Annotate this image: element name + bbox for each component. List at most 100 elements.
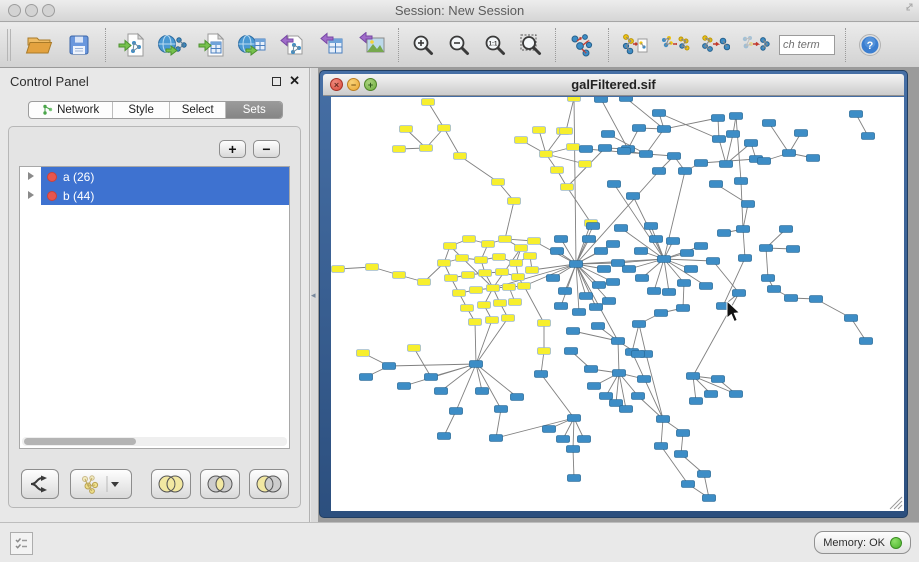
graph-node xyxy=(476,388,489,395)
graph-node xyxy=(495,406,508,413)
graph-node xyxy=(425,374,438,381)
tab-style[interactable]: Style xyxy=(113,102,170,118)
graph-node xyxy=(810,296,823,303)
set-label: b (44) xyxy=(63,189,94,203)
graph-node xyxy=(462,272,475,279)
export-table-button[interactable] xyxy=(312,25,352,65)
graph-node xyxy=(560,128,573,135)
save-session-button[interactable] xyxy=(59,25,99,65)
graph-node xyxy=(742,201,755,208)
import-network-url-button[interactable] xyxy=(152,25,192,65)
import-network-file-button[interactable] xyxy=(112,25,152,65)
float-panel-icon[interactable] xyxy=(272,77,281,86)
search-input[interactable] xyxy=(779,35,835,55)
graph-node xyxy=(623,266,636,273)
venn-difference-icon xyxy=(255,474,283,494)
graph-node xyxy=(739,255,752,262)
scrollbar-thumb[interactable] xyxy=(24,438,136,445)
tab-sets[interactable]: Sets xyxy=(226,102,282,118)
merge-intersection-icon xyxy=(700,32,730,58)
graph-node xyxy=(607,241,620,248)
open-session-button[interactable] xyxy=(19,25,59,65)
graph-node xyxy=(783,150,796,157)
remove-set-button[interactable]: − xyxy=(253,140,280,158)
graph-node xyxy=(595,97,608,102)
graph-node xyxy=(482,241,495,248)
graph-node xyxy=(454,153,467,160)
horizontal-scrollbar[interactable] xyxy=(22,437,287,446)
graph-node xyxy=(490,435,503,442)
toolbar-grip xyxy=(7,29,11,61)
dropdown-arrow-icon xyxy=(105,474,123,494)
tab-select-label: Select xyxy=(182,104,214,116)
close-panel-icon[interactable]: ✕ xyxy=(289,73,300,89)
zoom-selected-button[interactable] xyxy=(513,25,549,65)
list-item[interactable]: a (26) xyxy=(20,167,289,186)
network-window-titlebar[interactable]: × − + galFiltered.sif xyxy=(323,74,904,96)
graph-node xyxy=(590,304,603,311)
zoom-out-button[interactable] xyxy=(441,25,477,65)
tab-network[interactable]: Network xyxy=(29,102,113,118)
panel-collapse-handle[interactable]: ◂ xyxy=(311,68,318,522)
selected-row-highlight: b (44) xyxy=(41,186,289,205)
graph-node xyxy=(633,125,646,132)
help-button[interactable]: ? xyxy=(852,25,888,65)
venn-difference-button[interactable] xyxy=(249,469,289,499)
graph-node xyxy=(640,151,653,158)
resize-grip-icon[interactable] xyxy=(890,497,902,509)
merge-intersection-button[interactable] xyxy=(695,25,735,65)
graph-node xyxy=(568,415,581,422)
merge-union-button[interactable] xyxy=(655,25,695,65)
svg-text:1:1: 1:1 xyxy=(489,42,498,48)
venn-union-button[interactable] xyxy=(151,469,191,499)
network-graph[interactable] xyxy=(331,97,904,511)
merge-union-icon xyxy=(660,32,690,58)
graph-node xyxy=(538,320,551,327)
sets-panel: + − a (26) b (44) xyxy=(8,126,301,508)
graph-node xyxy=(620,406,633,413)
graph-node xyxy=(690,398,703,405)
help-icon: ? xyxy=(858,33,882,57)
graph-node xyxy=(588,383,601,390)
graph-node xyxy=(508,198,521,205)
graph-node xyxy=(470,361,483,368)
zoom-1to1-icon: 1:1 xyxy=(483,33,507,57)
import-table-url-icon xyxy=(237,32,267,58)
graph-node xyxy=(758,158,771,165)
graph-node xyxy=(762,275,775,282)
export-network-button[interactable] xyxy=(272,25,312,65)
memory-status-button[interactable]: Memory: OK xyxy=(814,531,911,554)
extract-set-button[interactable] xyxy=(21,469,59,499)
import-table-url-button[interactable] xyxy=(232,25,272,65)
control-panel: Control Panel ✕ Network Style Select xyxy=(0,68,310,522)
disclosure-triangle-icon[interactable] xyxy=(28,172,34,180)
import-table-file-icon xyxy=(198,32,226,58)
graph-node xyxy=(663,289,676,296)
graph-node xyxy=(613,370,626,377)
apply-layout-button[interactable] xyxy=(562,25,602,65)
graph-node xyxy=(583,236,596,243)
graph-node xyxy=(510,260,523,267)
zoom-out-icon xyxy=(447,33,471,57)
create-set-split-button[interactable] xyxy=(70,469,132,499)
graph-node xyxy=(599,145,612,152)
zoom-fit-button[interactable]: 1:1 xyxy=(477,25,513,65)
merge-difference-button[interactable] xyxy=(735,25,775,65)
graph-node xyxy=(698,471,711,478)
zoom-in-button[interactable] xyxy=(405,25,441,65)
venn-intersection-button[interactable] xyxy=(200,469,240,499)
toolbar-separator xyxy=(398,28,399,62)
list-item[interactable]: b (44) xyxy=(20,186,289,205)
graph-node xyxy=(695,160,708,167)
export-image-button[interactable] xyxy=(352,25,392,65)
graph-node xyxy=(470,287,483,294)
copy-network-button[interactable] xyxy=(615,25,655,65)
graph-node xyxy=(603,298,616,305)
tab-select[interactable]: Select xyxy=(170,102,227,118)
task-history-button[interactable] xyxy=(10,532,33,555)
disclosure-triangle-icon[interactable] xyxy=(28,191,34,199)
graph-node xyxy=(568,475,581,482)
add-set-button[interactable]: + xyxy=(219,140,246,158)
import-table-file-button[interactable] xyxy=(192,25,232,65)
network-window[interactable]: × − + galFiltered.sif xyxy=(319,70,908,518)
